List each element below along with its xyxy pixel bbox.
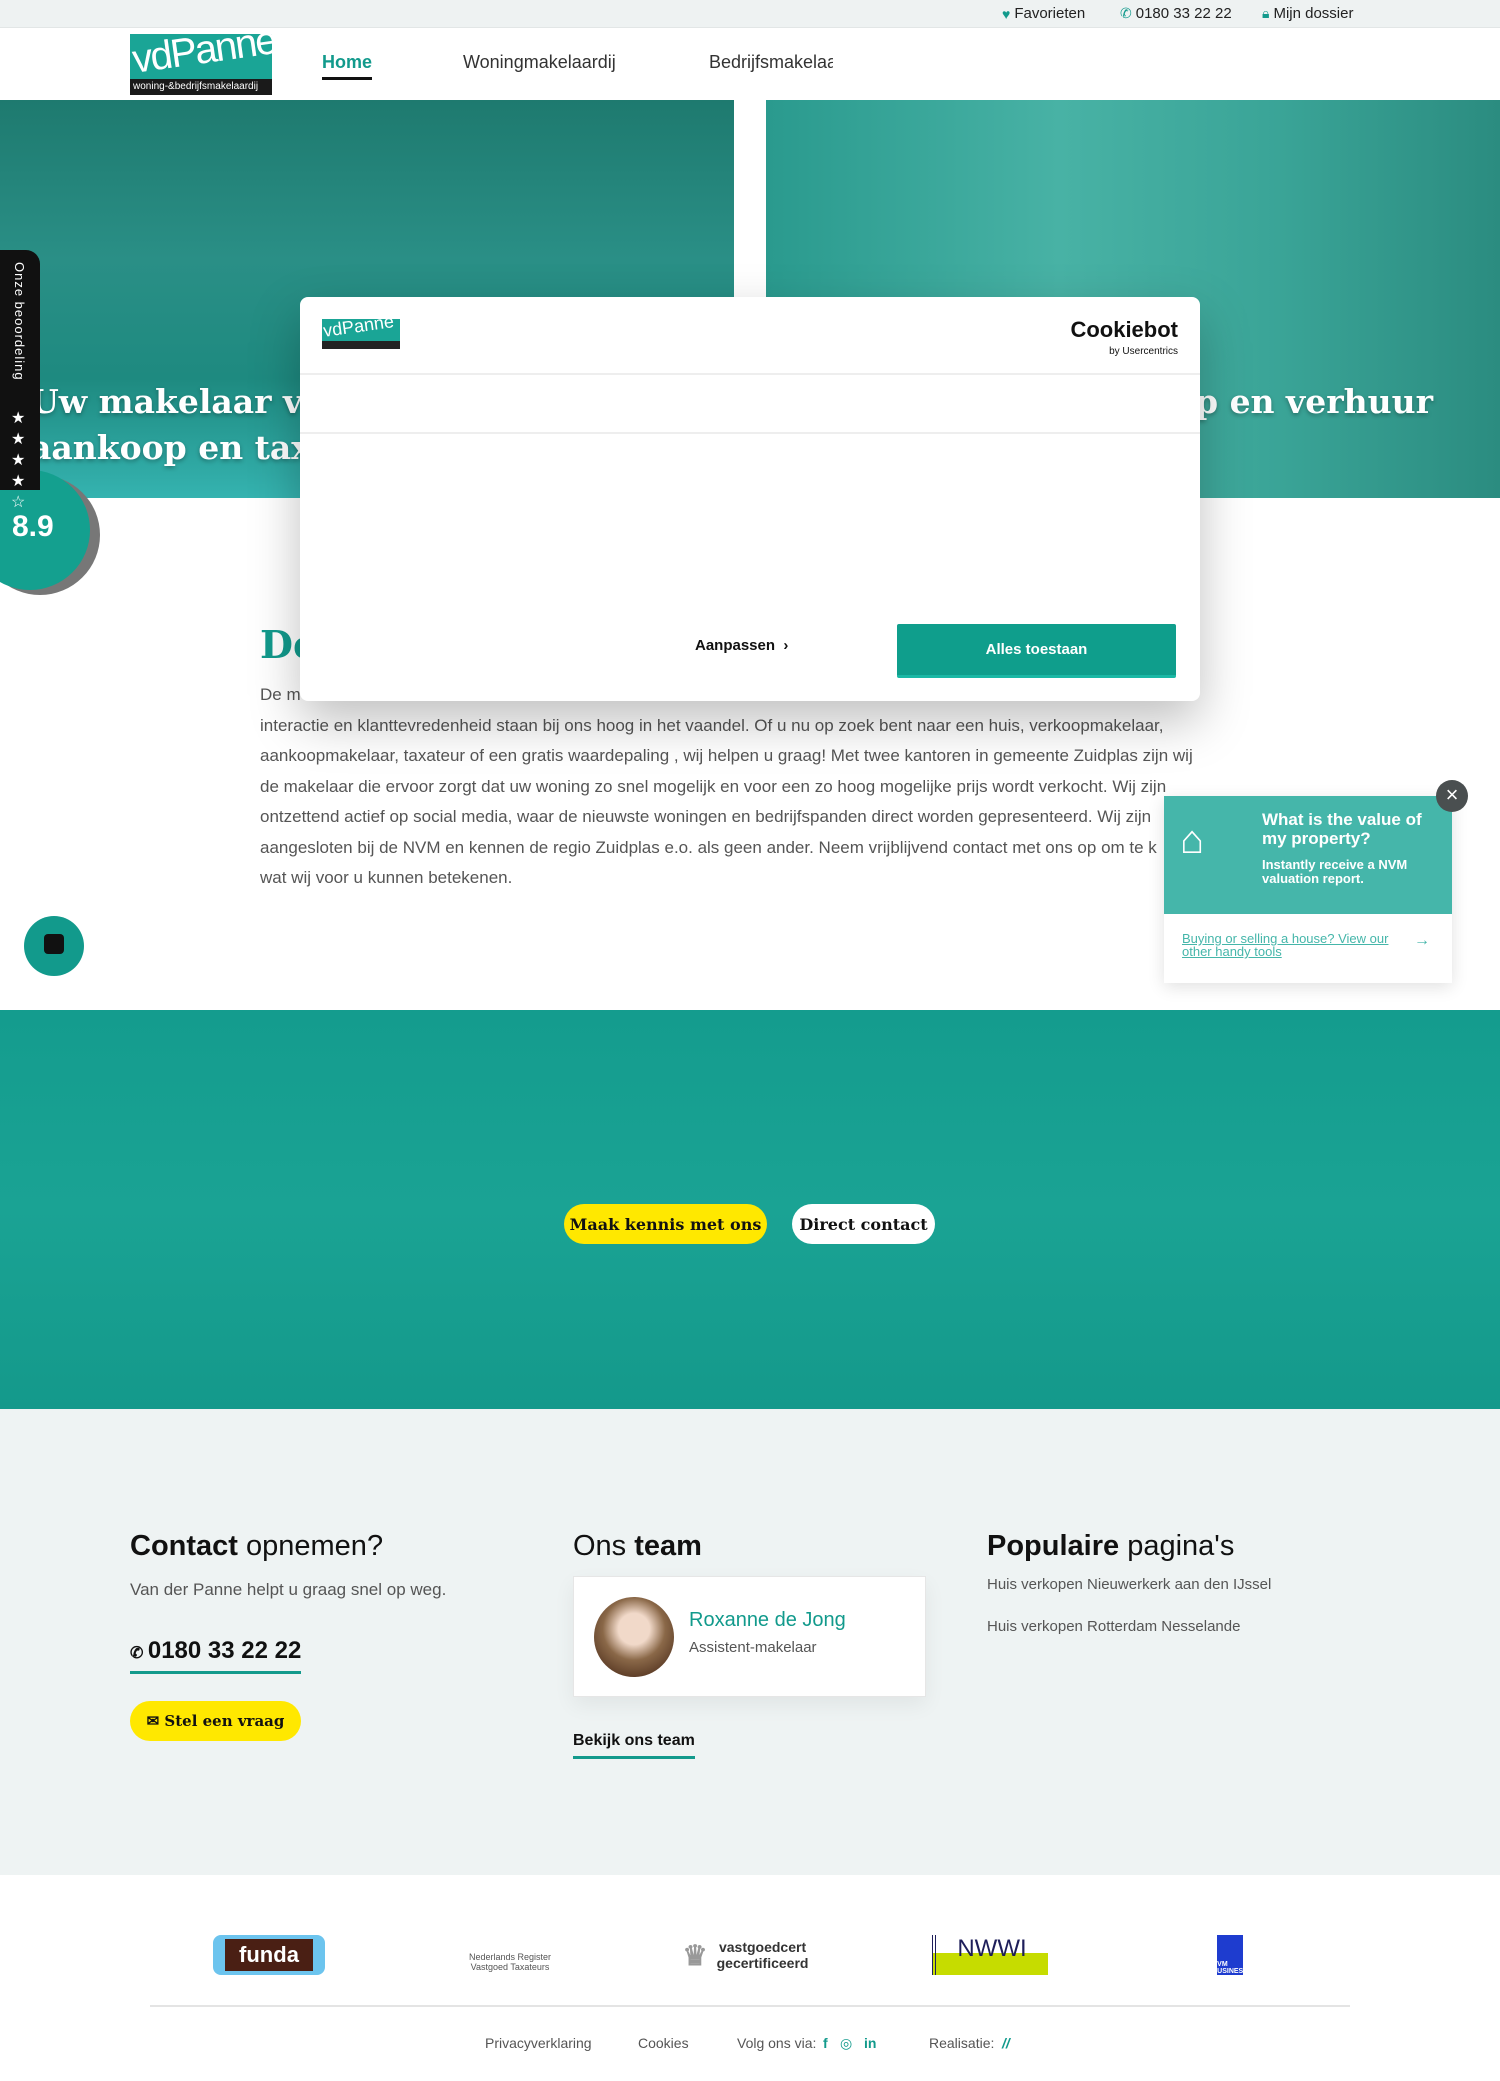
funda-logo[interactable]: funda <box>213 1935 325 1975</box>
mail-icon: ✉ <box>146 1712 165 1730</box>
privacy-link[interactable]: Privacyverklaring <box>485 2035 592 2051</box>
valuation-title: What is the value of my property? <box>1262 810 1422 848</box>
contact-phone-link[interactable]: ✆ 0180 33 22 22 <box>130 1637 302 1674</box>
instagram-icon[interactable]: ◎ <box>840 2035 852 2052</box>
customize-label: Aanpassen <box>695 637 776 654</box>
favorites-link[interactable]: ♥ Favorieten <box>1002 5 1085 22</box>
nav-home[interactable]: Home <box>322 52 373 80</box>
popular-heading: Populaire pagina's <box>987 1530 1235 1562</box>
site-logo[interactable]: vdPanne woning-&bedrijfsmakelaardij <box>130 34 272 95</box>
nrvt-logo[interactable]: Nederlands Register Vastgoed Taxateurs <box>460 1935 560 1975</box>
heart-icon: ♥ <box>1002 5 1011 22</box>
follow-label: Volg ons via: <box>737 2035 817 2051</box>
allow-all-button[interactable]: Alles toestaan <box>897 624 1176 678</box>
customize-button[interactable]: Aanpassen › <box>695 637 788 654</box>
hero-left-title-1: Uw makelaar voo <box>30 382 347 421</box>
phone-link[interactable]: ✆ 0180 33 22 22 <box>1120 5 1232 22</box>
rating-stars-icon: ★ ★ ★ ★ ☆ <box>11 410 26 511</box>
chevron-right-icon: › <box>779 637 789 654</box>
chat-icon <box>44 934 64 954</box>
contact-phone: 0180 33 22 22 <box>147 1637 302 1664</box>
ask-question-button[interactable]: ✉ Stel een vraag <box>130 1701 301 1741</box>
member-name: Roxanne de Jong <box>689 1609 846 1631</box>
logo-text: vdPanne <box>130 34 272 82</box>
cookiebot-logo: Cookiebot by Usercentrics <box>1070 319 1178 359</box>
cookiebot-brand: Cookiebot <box>1070 317 1178 342</box>
linkedin-icon[interactable]: in <box>864 2035 876 2051</box>
member-role: Assistent-makelaar <box>689 1639 817 1656</box>
divider <box>300 373 1200 375</box>
modal-logo-text: vdPanne <box>322 319 396 341</box>
hero-right-title: p en verhuur <box>1195 382 1433 421</box>
popular-link[interactable]: Huis verkopen Nieuwerkerk aan den IJssel <box>987 1576 1271 1593</box>
intro-line: ontzettend actief op social media, waar … <box>260 807 1152 826</box>
intro-text: De m interactie en klanttevredenheid sta… <box>260 680 1240 894</box>
cookie-consent-dialog: vdPanne Cookiebot by Usercentrics Aanpass… <box>300 297 1200 701</box>
top-bar: ♥ Favorieten ✆ 0180 33 22 22 🔒︎ Mijn dossie… <box>0 0 1500 28</box>
cookies-link[interactable]: Cookies <box>638 2035 689 2051</box>
direct-contact-button[interactable]: Direct contact <box>792 1204 935 1244</box>
popular-link[interactable]: Huis verkopen Rotterdam Nesselande <box>987 1618 1240 1635</box>
close-widget-button[interactable]: × <box>1436 780 1468 812</box>
close-icon: × <box>1445 782 1459 807</box>
agency-logo-icon[interactable]: // <box>1002 2035 1010 2051</box>
intro-line: wat wij voor u kunnen betekenen. <box>260 868 513 887</box>
nav-bedrijfsmakelaardij[interactable]: Bedrijfsmakelaa <box>709 52 833 73</box>
logo-subtitle: woning-&bedrijfsmakelaardij <box>130 79 272 95</box>
facebook-icon[interactable]: f <box>823 2035 828 2051</box>
meet-us-button[interactable]: Maak kennis met ons <box>564 1204 767 1244</box>
realisatie-label: Realisatie: <box>929 2035 995 2051</box>
phone-icon: ✆ <box>1120 5 1132 21</box>
intro-line: aankoopmakelaar, taxateur of een gratis … <box>260 746 1193 765</box>
crown-icon: ♛ <box>682 1939 708 1971</box>
view-team-link[interactable]: Bekijk ons team <box>573 1732 695 1759</box>
valuation-tools-link[interactable]: Buying or selling a house? View our othe… <box>1182 932 1392 958</box>
intro-line: interactie en klanttevredenheid staan bi… <box>260 715 1164 735</box>
cookiebot-sub: by Usercentrics <box>1109 346 1178 357</box>
contact-text: Van der Panne helpt u graag snel op weg. <box>130 1580 447 1599</box>
footer-divider <box>150 2005 1350 2007</box>
contact-heading: Contact opnemen? <box>130 1530 384 1562</box>
nwwi-logo[interactable]: NWWI <box>932 1935 1048 1975</box>
arrow-right-icon: → <box>1414 932 1430 949</box>
team-member-card[interactable]: Roxanne de Jong Assistent-makelaar <box>573 1576 926 1697</box>
chat-button[interactable] <box>24 916 84 976</box>
vastgoedcert-text: vastgoedcert gecertificeerd <box>716 1939 809 1971</box>
phone-icon: ✆ <box>130 1645 148 1662</box>
nav-woningmakelaardij[interactable]: Woningmakelaardij <box>463 52 616 73</box>
phone-label: 0180 33 22 22 <box>1135 5 1232 22</box>
nvm-logo[interactable]: NVM BUSINESS <box>1212 1935 1248 1975</box>
lock-icon: 🔒︎ <box>1262 5 1270 21</box>
intro-line: de makelaar die ervoor zorgt dat uw woni… <box>260 776 1167 796</box>
intro-line: aangesloten bij de NVM en kennen de regi… <box>260 837 1157 857</box>
rating-score: 8.9 <box>12 510 54 543</box>
favorites-label: Favorieten <box>1014 5 1086 22</box>
funda-text: funda <box>225 1939 313 1971</box>
vastgoedcert-logo[interactable]: ♛ vastgoedcert gecertificeerd <box>665 1935 835 1975</box>
thumbs-house-icon: ⌂ <box>1180 818 1205 862</box>
ask-label: Stel een vraag <box>164 1712 285 1730</box>
valuation-subtitle: Instantly receive a NVM valuation report… <box>1262 857 1408 886</box>
dossier-link[interactable]: 🔒︎ Mijn dossier <box>1262 5 1353 22</box>
modal-logo: vdPanne <box>322 319 400 349</box>
avatar <box>594 1597 674 1677</box>
team-heading: Ons team <box>573 1530 702 1562</box>
divider <box>300 432 1200 434</box>
valuation-widget[interactable]: ⌂ What is the value of my property? Inst… <box>1164 796 1452 983</box>
rating-label: Onze beoordeling <box>12 262 27 381</box>
dossier-label: Mijn dossier <box>1273 5 1354 22</box>
